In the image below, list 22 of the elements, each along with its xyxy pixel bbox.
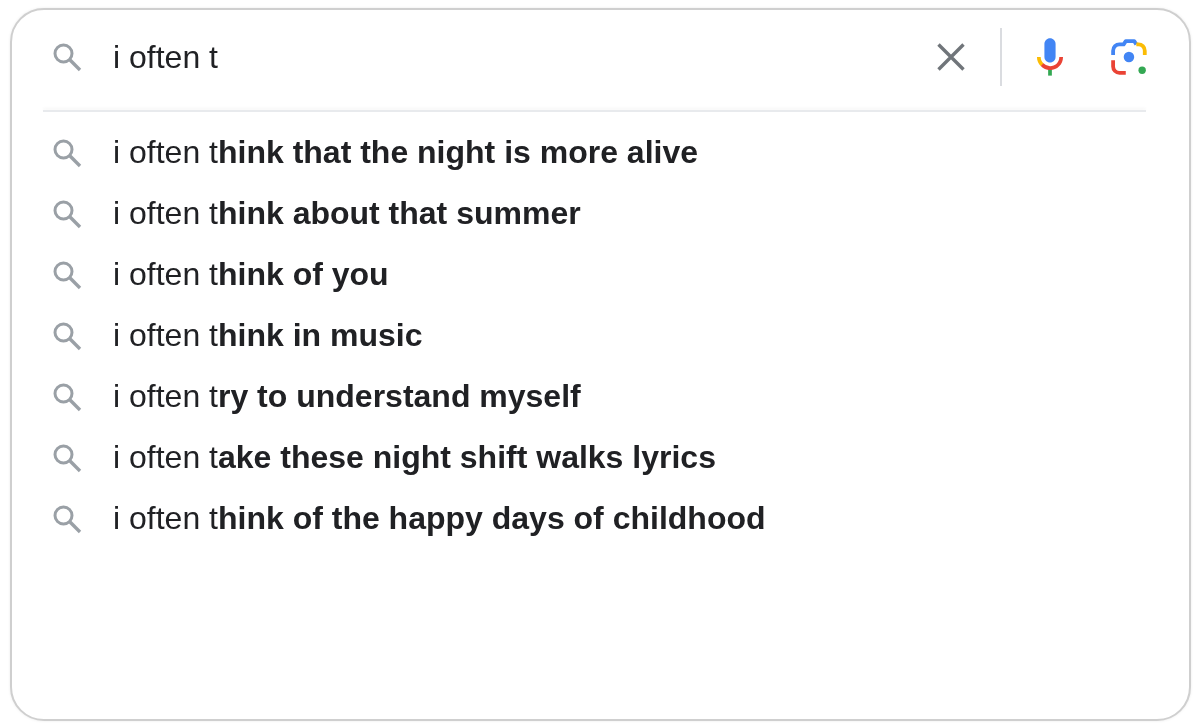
search-icon xyxy=(52,320,82,351)
camera-lens-icon xyxy=(1111,38,1149,76)
suggestion-item[interactable]: i often try to understand myself xyxy=(12,366,1189,427)
microphone-icon xyxy=(1036,38,1064,76)
search-input[interactable]: i often t xyxy=(113,37,937,77)
search-icon xyxy=(52,137,82,168)
suggestion-item[interactable]: i often think that the night is more alive xyxy=(12,122,1189,183)
search-icon xyxy=(52,381,82,412)
search-icon xyxy=(52,259,82,290)
suggestion-item[interactable]: i often take these night shift walks lyrics xyxy=(12,427,1189,488)
close-icon xyxy=(937,43,965,71)
search-icon xyxy=(52,503,82,534)
image-search-button[interactable] xyxy=(1111,38,1149,76)
suggestion-item[interactable]: i often think in music xyxy=(12,305,1189,366)
suggestion-item[interactable]: i often think about that summer xyxy=(12,183,1189,244)
clear-button[interactable] xyxy=(937,43,965,71)
suggestion-item[interactable]: i often think of the happy days of childhood xyxy=(12,488,1189,549)
search-icon xyxy=(52,42,82,72)
suggestion-item[interactable]: i often think of you xyxy=(12,244,1189,305)
search-icon xyxy=(52,198,82,229)
voice-search-button[interactable] xyxy=(1036,38,1064,76)
search-icon xyxy=(52,442,82,473)
